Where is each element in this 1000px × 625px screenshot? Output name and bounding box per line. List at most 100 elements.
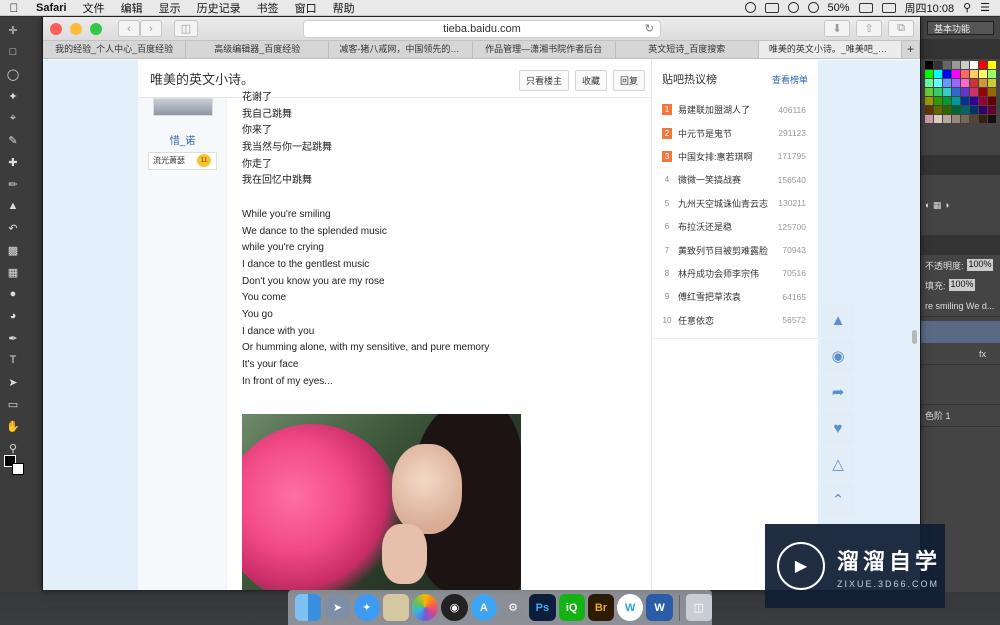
swatch-48[interactable]: [925, 115, 933, 123]
swatch-18[interactable]: [943, 79, 951, 87]
eyedropper-tool-icon[interactable]: ✎: [4, 131, 22, 149]
swatch-31[interactable]: [988, 88, 996, 96]
swatch-25[interactable]: [934, 88, 942, 96]
swatch-21[interactable]: [970, 79, 978, 87]
swatch-13[interactable]: [970, 70, 978, 78]
battery-icon[interactable]: [858, 2, 873, 13]
heart-icon[interactable]: ♥: [821, 411, 855, 445]
creative-cloud-icon[interactable]: [744, 2, 756, 13]
hot-topic-item[interactable]: 7 黄致列节目被剪难露脸 70943: [662, 238, 818, 261]
workspace-select[interactable]: 基本功能: [927, 21, 994, 35]
hand-tool-icon[interactable]: ✋: [4, 417, 22, 435]
system-preferences-icon[interactable]: ⚙: [499, 594, 527, 621]
layers-panel-header[interactable]: [921, 235, 1000, 255]
shape-tool-icon[interactable]: ▭: [4, 395, 22, 413]
close-window-button[interactable]: [50, 22, 62, 35]
background-color-swatch[interactable]: [12, 463, 24, 475]
swatch-17[interactable]: [934, 79, 942, 87]
only-op-button[interactable]: 只看楼主: [518, 70, 569, 91]
swatch-55[interactable]: [988, 115, 996, 123]
swatch-22[interactable]: [979, 79, 987, 87]
move-tool-icon[interactable]: ✛: [4, 21, 22, 39]
hot-topic-item[interactable]: 5 九州天空城诛仙青云志 130211: [662, 192, 818, 215]
reply-button[interactable]: 回复: [612, 70, 645, 91]
layer-blank[interactable]: [921, 365, 1000, 405]
swatch-0[interactable]: [925, 61, 933, 69]
swatch-6[interactable]: [979, 61, 987, 69]
iqiyi-icon[interactable]: iQ: [558, 594, 585, 621]
swatch-19[interactable]: [952, 79, 960, 87]
swatch-47[interactable]: [988, 106, 996, 114]
swatch-32[interactable]: [925, 97, 933, 105]
swatches-panel-header[interactable]: [921, 39, 1000, 59]
swatch-12[interactable]: [961, 70, 969, 78]
swatch-44[interactable]: [961, 106, 969, 114]
swatch-51[interactable]: [952, 115, 960, 123]
hat-icon[interactable]: ▲: [821, 303, 855, 337]
clock[interactable]: 周四10:08: [905, 0, 955, 16]
swatch-27[interactable]: [952, 88, 960, 96]
back-button[interactable]: ‹: [118, 20, 140, 37]
share-icon[interactable]: ⇧: [856, 20, 882, 37]
w-app-icon[interactable]: W: [617, 594, 644, 621]
bluetooth-icon[interactable]: [787, 2, 799, 13]
new-tab-button[interactable]: +: [902, 41, 920, 58]
swatch-14[interactable]: [979, 70, 987, 78]
finder-icon[interactable]: [295, 594, 322, 621]
swatch-53[interactable]: [970, 115, 978, 123]
opacity-field[interactable]: 100%: [966, 259, 993, 271]
swatch-38[interactable]: [979, 97, 987, 105]
swatch-37[interactable]: [970, 97, 978, 105]
post-image[interactable]: [242, 414, 521, 590]
swatch-28[interactable]: [961, 88, 969, 96]
swatch-35[interactable]: [952, 97, 960, 105]
swatch-1[interactable]: [934, 61, 942, 69]
swatch-16[interactable]: [925, 79, 933, 87]
swatch-33[interactable]: [934, 97, 942, 105]
tab-1[interactable]: 我的经验_个人中心_百度经验: [43, 41, 187, 58]
selected-layer[interactable]: [921, 321, 1000, 343]
tab-5[interactable]: 英文短诗_百度搜索: [616, 41, 759, 58]
menu-history[interactable]: 历史记录: [189, 0, 249, 16]
swatch-54[interactable]: [979, 115, 987, 123]
swatch-46[interactable]: [979, 106, 987, 114]
swatch-5[interactable]: [970, 61, 978, 69]
swatch-11[interactable]: [952, 70, 960, 78]
type-tool-icon[interactable]: T: [4, 351, 22, 369]
swatch-9[interactable]: [934, 70, 942, 78]
swatch-49[interactable]: [934, 115, 942, 123]
airplay-icon[interactable]: [764, 2, 779, 13]
swatch-20[interactable]: [961, 79, 969, 87]
sidebar-toggle-icon[interactable]: ◫: [174, 20, 198, 37]
tab-3[interactable]: 减客-猪八戒网，中国领先的服...: [329, 41, 473, 58]
swatch-7[interactable]: [988, 61, 996, 69]
swatch-36[interactable]: [961, 97, 969, 105]
stamp-tool-icon[interactable]: ▲: [4, 197, 22, 215]
swatch-29[interactable]: [970, 88, 978, 96]
app-store-icon[interactable]: A: [470, 594, 497, 621]
menu-window[interactable]: 窗口: [287, 0, 325, 16]
photos-icon[interactable]: [412, 594, 439, 621]
downloads-icon[interactable]: ⬇: [824, 20, 850, 37]
swatch-42[interactable]: [943, 106, 951, 114]
menu-view[interactable]: 显示: [151, 0, 189, 16]
hot-topic-item[interactable]: 10 任意依恋 56572: [662, 309, 818, 332]
trash-icon[interactable]: ◫: [685, 594, 712, 621]
author-name[interactable]: 惜_诺: [138, 132, 227, 147]
eraser-tool-icon[interactable]: ▩: [4, 241, 22, 259]
spotlight-icon[interactable]: ⚲: [963, 1, 971, 14]
menu-bookmarks[interactable]: 书签: [249, 0, 287, 16]
swatch-2[interactable]: [943, 61, 951, 69]
layer-fx[interactable]: fx: [921, 343, 1000, 365]
quick-select-tool-icon[interactable]: ✦: [4, 87, 22, 105]
input-method-icon[interactable]: [881, 2, 896, 13]
menu-file[interactable]: 文件: [75, 0, 113, 16]
lasso-tool-icon[interactable]: ◯: [4, 65, 22, 83]
view-list-link[interactable]: 查看榜单: [772, 73, 808, 86]
text-layer[interactable]: re smiling We d...: [921, 295, 1000, 317]
swatch-45[interactable]: [970, 106, 978, 114]
tab-active[interactable]: 唯美的英文小诗。_唯美吧_百...: [758, 41, 903, 58]
scrollbar-thumb[interactable]: [912, 330, 917, 344]
tab-overview-icon[interactable]: ⧉: [888, 20, 914, 37]
swatch-52[interactable]: [961, 115, 969, 123]
